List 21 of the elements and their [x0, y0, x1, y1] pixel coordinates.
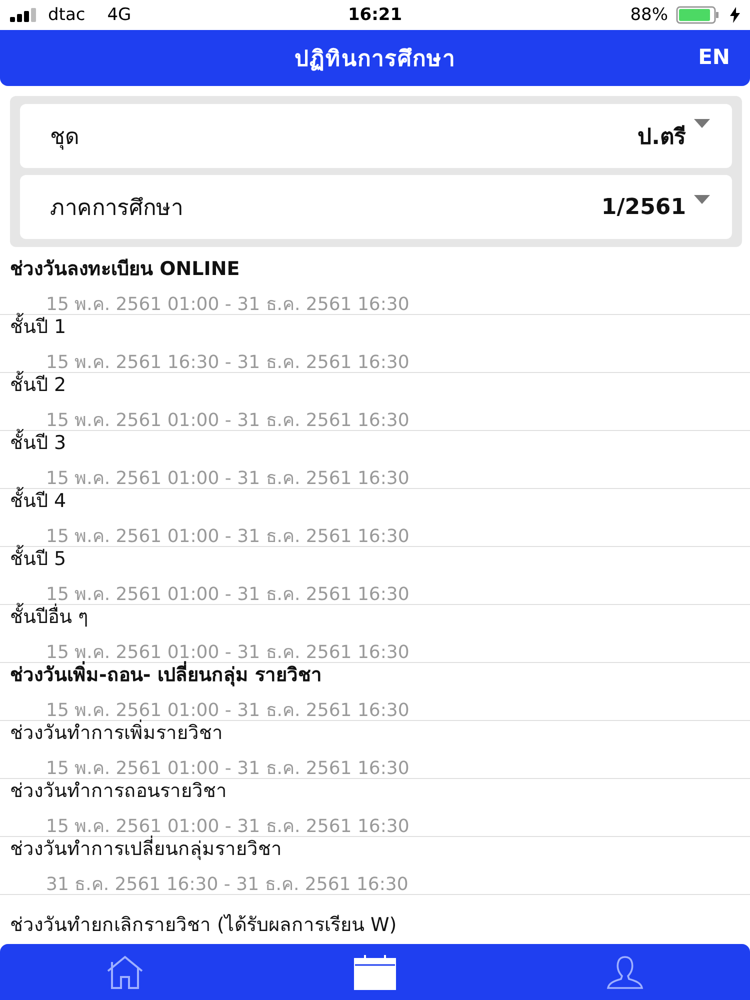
charging-bolt-icon [730, 7, 740, 23]
dropdown-caret-icon [694, 118, 710, 128]
filter-value: 1/2561 [601, 194, 686, 220]
filter-dropdown[interactable]: ภาคการศึกษา 1/2561 [20, 175, 732, 239]
clock-time: 16:21 [348, 5, 402, 25]
period-title: ช่วงวันลงทะเบียน ONLINE [10, 257, 241, 282]
period-title: ช่วงวันทำการถอนรายวิชา [10, 779, 228, 804]
period-title: ช่วงวันเพิ่ม-ถอน- เปลี่ยนกลุ่ม รายวิชา [10, 659, 750, 689]
period-range: 15 พ.ค. 2561 01:00 - 31 ธ.ค. 2561 16:30 [45, 757, 410, 781]
filter-label: ภาคการศึกษา [50, 194, 183, 222]
dropdown-caret-icon [694, 194, 710, 204]
period-title: ช่วงวันทำยกเลิกรายวิชา (ได้รับผลการเรียน W) [10, 912, 398, 938]
filter-value: ป.ตรี [638, 124, 686, 152]
battery-percent: 88% [630, 5, 668, 25]
carrier-name: dtac [48, 5, 86, 25]
network-type: 4G [107, 5, 132, 25]
period-range: 31 ธ.ค. 2561 16:30 - 31 ธ.ค. 2561 16:30 [45, 873, 410, 897]
filter-label: ชุด [50, 124, 79, 152]
language-toggle[interactable]: EN [698, 45, 730, 69]
page-title: ปฏิทินการศึกษา [294, 46, 456, 74]
filter-dropdown[interactable]: ชุด ป.ตรี [20, 104, 732, 168]
